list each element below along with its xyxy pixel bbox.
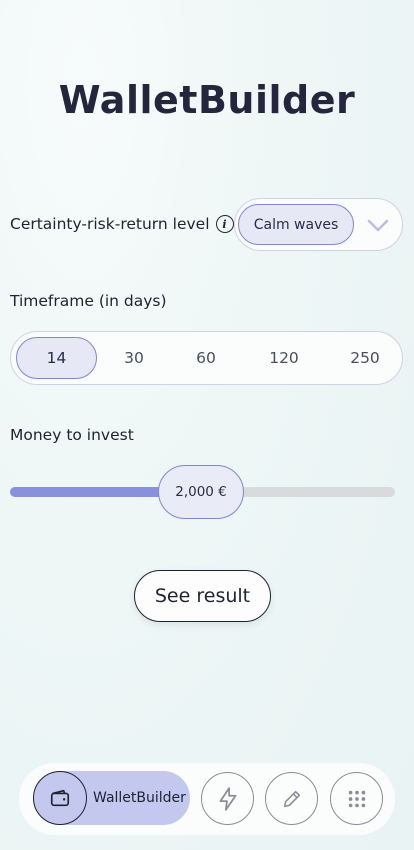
lightning-icon (219, 786, 236, 811)
timeframe-label: Timeframe (in days) (10, 292, 167, 310)
nav-item-lightning[interactable] (201, 772, 254, 825)
timeframe-option-30[interactable]: 30 (107, 337, 161, 379)
wallet-icon (33, 771, 87, 825)
info-icon[interactable]: i (215, 215, 234, 233)
risk-level-label-row: Certainty-risk-return level i (10, 215, 234, 233)
nav-item-edit[interactable] (265, 772, 318, 825)
money-slider-fill (10, 487, 172, 497)
nav-item-walletbuilder[interactable]: WalletBuilder (33, 771, 190, 825)
see-result-button[interactable]: See result (134, 570, 271, 622)
bottom-nav: WalletBuilder (19, 763, 395, 835)
timeframe-option-14[interactable]: 14 (16, 337, 97, 379)
chevron-down-icon[interactable] (366, 213, 390, 237)
risk-level-selected[interactable]: Calm waves (238, 204, 354, 245)
nav-active-label: WalletBuilder (93, 790, 186, 806)
timeframe-selector: 14 30 60 120 250 (10, 331, 403, 385)
timeframe-option-60[interactable]: 60 (179, 337, 233, 379)
app-title: WalletBuilder (58, 78, 356, 122)
risk-level-select[interactable]: Calm waves (234, 198, 403, 251)
grid-icon (348, 790, 365, 807)
timeframe-option-120[interactable]: 120 (254, 337, 314, 379)
nav-item-more[interactable] (330, 772, 383, 825)
pencil-icon (283, 790, 300, 807)
timeframe-option-250[interactable]: 250 (335, 337, 395, 379)
risk-level-label: Certainty-risk-return level (10, 215, 210, 233)
money-slider-thumb[interactable]: 2,000 € (158, 465, 244, 519)
money-label: Money to invest (10, 426, 134, 444)
